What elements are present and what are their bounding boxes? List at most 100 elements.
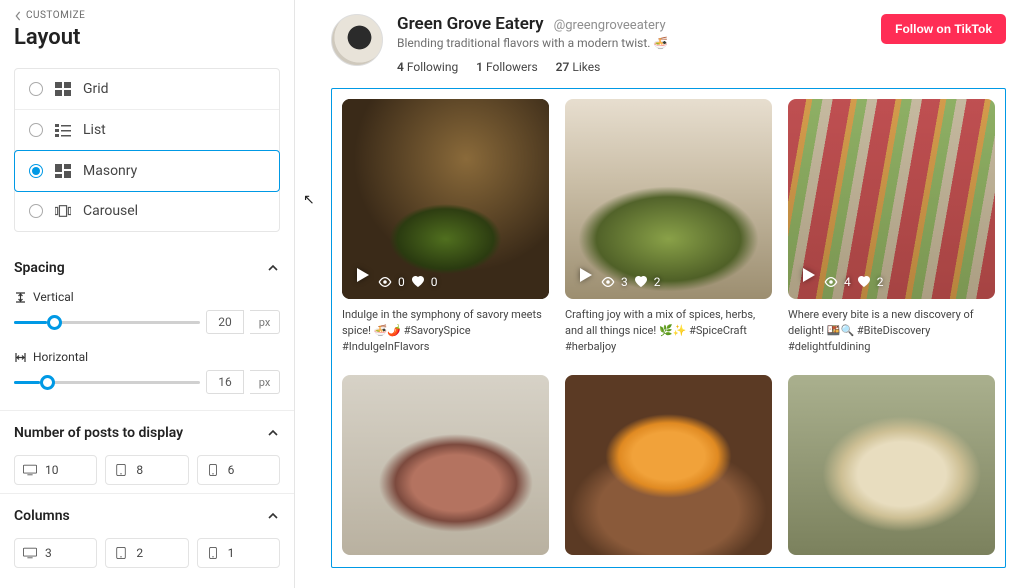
post-card[interactable]: 0 0 Indulge in the symphony of savory me… [342, 99, 549, 355]
mobile-icon [206, 547, 220, 559]
eye-icon [378, 276, 392, 288]
masonry-icon [55, 164, 71, 178]
columns-row: 3 2 1 [14, 538, 280, 568]
columns-mobile-input[interactable]: 1 [197, 538, 280, 568]
posts-desktop-input[interactable]: 10 [14, 455, 97, 485]
eye-icon [824, 276, 838, 288]
columns-tablet-input[interactable]: 2 [105, 538, 188, 568]
layout-option-list[interactable]: List [15, 110, 279, 151]
chevron-up-icon [266, 509, 280, 523]
grid-icon [55, 82, 71, 96]
posts-mobile-input[interactable]: 6 [197, 455, 280, 485]
following-label: Following [407, 60, 458, 74]
value: 1 [228, 546, 235, 560]
profile-stats: 4 Following 1 Followers 27 Likes [397, 60, 867, 74]
divider [0, 410, 294, 411]
spacing-horizontal-control: Horizontal 16 px [14, 350, 280, 394]
post-thumbnail: 0 0 [342, 99, 549, 299]
post-stats: 4 2 [824, 275, 884, 289]
profile-name: Green Grove Eatery [397, 14, 544, 34]
chevron-up-icon [266, 261, 280, 275]
option-label: Masonry [83, 163, 137, 179]
post-thumbnail: 3 2 [565, 99, 772, 299]
post-thumbnail: 4 2 [788, 99, 995, 299]
radio-icon [29, 82, 43, 96]
customize-sidebar: CUSTOMIZE Layout Grid List Masonry [0, 0, 295, 588]
play-icon [575, 265, 595, 289]
post-caption: Where every bite is a new discovery of d… [788, 307, 995, 355]
post-card[interactable]: 4 2 Where every bite is a new discovery … [788, 99, 995, 355]
followers-label: Followers [486, 60, 538, 74]
vertical-label: Vertical [33, 290, 74, 304]
columns-desktop-input[interactable]: 3 [14, 538, 97, 568]
section-posts-count[interactable]: Number of posts to display [14, 421, 280, 445]
radio-icon [29, 123, 43, 137]
vertical-slider[interactable] [14, 321, 200, 324]
tablet-icon [114, 547, 128, 559]
value: 2 [136, 546, 143, 560]
desktop-icon [23, 547, 37, 559]
vertical-value-input[interactable]: 20 [206, 310, 244, 334]
post-stats: 3 2 [601, 275, 661, 289]
likes-label: Likes [572, 60, 600, 74]
vertical-spacing-icon [14, 291, 27, 304]
back-label: CUSTOMIZE [26, 10, 85, 21]
heart-icon [634, 276, 648, 288]
posts-grid-row2 [342, 375, 995, 555]
unit-label: px [250, 310, 280, 334]
value: 3 [45, 546, 52, 560]
play-icon [352, 265, 372, 289]
avatar [331, 14, 383, 66]
posts-tablet-input[interactable]: 8 [105, 455, 188, 485]
horizontal-label: Horizontal [33, 350, 88, 364]
views-count: 3 [621, 275, 628, 289]
layout-option-grid[interactable]: Grid [15, 69, 279, 110]
following-count: 4 [397, 60, 404, 74]
heart-icon [857, 276, 871, 288]
likes-count: 2 [877, 275, 884, 289]
desktop-icon [23, 464, 37, 476]
option-label: Grid [83, 81, 109, 97]
mobile-icon [206, 464, 220, 476]
sidebar-title: Layout [14, 25, 280, 50]
horizontal-spacing-icon [14, 351, 27, 364]
post-card[interactable] [342, 375, 549, 555]
likes-count: 0 [431, 275, 438, 289]
post-card[interactable]: 3 2 Crafting joy with a mix of spices, h… [565, 99, 772, 355]
follow-button[interactable]: Follow on TikTok [881, 14, 1006, 44]
post-card[interactable] [565, 375, 772, 555]
views-count: 4 [844, 275, 851, 289]
tablet-icon [114, 464, 128, 476]
option-label: Carousel [83, 203, 138, 219]
horizontal-value-input[interactable]: 16 [206, 370, 244, 394]
post-thumbnail [342, 375, 549, 555]
divider [0, 493, 294, 494]
post-caption: Crafting joy with a mix of spices, herbs… [565, 307, 772, 355]
section-label: Columns [14, 508, 70, 524]
post-card[interactable] [788, 375, 995, 555]
section-label: Number of posts to display [14, 425, 183, 441]
post-thumbnail [788, 375, 995, 555]
carousel-icon [55, 204, 71, 218]
eye-icon [601, 276, 615, 288]
section-spacing[interactable]: Spacing [14, 256, 280, 280]
posts-grid: 0 0 Indulge in the symphony of savory me… [342, 99, 995, 355]
posts-layout-canvas[interactable]: Posts Layout 0 0 Indulge in the [331, 88, 1006, 568]
posts-count-row: 10 8 6 [14, 455, 280, 485]
heart-icon [411, 276, 425, 288]
layout-options: Grid List Masonry Carousel [14, 68, 280, 232]
horizontal-slider[interactable] [14, 381, 200, 384]
profile-handle: @greengroveeatery [554, 18, 666, 33]
layout-option-masonry[interactable]: Masonry [14, 150, 280, 192]
radio-icon [29, 204, 43, 218]
back-to-customize[interactable]: CUSTOMIZE [14, 10, 280, 21]
likes-count: 27 [556, 60, 570, 74]
layout-option-carousel[interactable]: Carousel [15, 191, 279, 231]
spacing-vertical-control: Vertical 20 px [14, 290, 280, 334]
profile-bio: Blending traditional flavors with a mode… [397, 36, 867, 50]
section-columns[interactable]: Columns [14, 504, 280, 528]
unit-label: px [250, 370, 280, 394]
value: 6 [228, 463, 235, 477]
value: 8 [136, 463, 143, 477]
chevron-left-icon [14, 11, 22, 21]
